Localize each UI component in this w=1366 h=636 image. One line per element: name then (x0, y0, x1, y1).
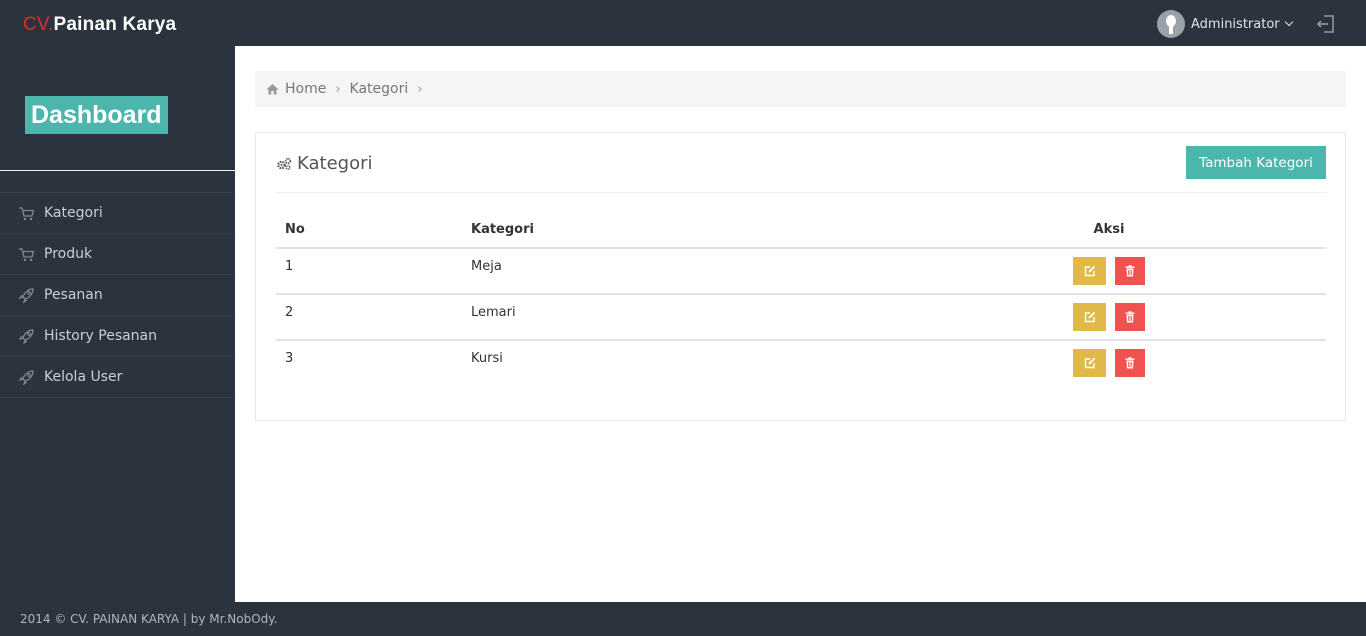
sidebar-item-kelola-user[interactable]: Kelola User (0, 357, 235, 398)
footer: 2014 © CV. PAINAN KARYA | by Mr.NobOdy. (0, 602, 1366, 636)
table-header-row: No Kategori Aksi (276, 211, 1326, 249)
column-header-no: No (276, 211, 462, 249)
logout-icon[interactable] (1316, 14, 1336, 34)
rocket-icon (18, 328, 35, 345)
sidebar-item-pesanan[interactable]: Pesanan (0, 275, 235, 316)
cell-aksi (892, 294, 1326, 341)
sidebar-menu: Kategori Produk Pesanan History Pesanan … (0, 192, 235, 398)
cell-aksi (892, 340, 1326, 386)
cart-icon (18, 205, 35, 222)
edit-button[interactable] (1073, 257, 1107, 285)
sidebar-item-label: History Pesanan (44, 328, 158, 344)
user-name: Administrator (1191, 16, 1280, 32)
sidebar-item-produk[interactable]: Produk (0, 234, 235, 275)
home-icon (266, 84, 279, 95)
delete-button[interactable] (1114, 349, 1145, 377)
trash-icon (1125, 357, 1135, 369)
breadcrumb-home[interactable]: Home (285, 81, 326, 97)
panel-header: Kategori Tambah Kategori (276, 133, 1326, 193)
breadcrumb-separator-icon: › (335, 81, 341, 97)
avatar (1157, 10, 1185, 38)
breadcrumb-current[interactable]: Kategori (350, 81, 409, 97)
breadcrumb-separator-icon: › (417, 81, 423, 97)
sidebar-item-label: Produk (44, 246, 93, 262)
trash-icon (1125, 311, 1135, 323)
cell-aksi (892, 248, 1326, 295)
delete-button[interactable] (1114, 257, 1145, 285)
cell-no: 3 (285, 351, 294, 366)
add-kategori-button[interactable]: Tambah Kategori (1186, 146, 1326, 179)
sidebar-item-label: Kategori (44, 205, 103, 221)
sidebar-item-label: Kelola User (44, 369, 123, 385)
cell-no: 2 (276, 294, 462, 341)
column-header-kategori: Kategori (462, 211, 892, 249)
trash-icon (1125, 265, 1135, 277)
panel-title-text: Kategori (297, 153, 373, 174)
cart-icon (18, 246, 35, 263)
edit-icon (1084, 265, 1096, 277)
brand-logo[interactable]: CV.Painan Karya (23, 14, 176, 36)
cell-kategori: Lemari (462, 294, 892, 341)
rocket-icon (18, 287, 35, 304)
kategori-panel: Kategori Tambah Kategori No Kategori Aks… (255, 132, 1346, 421)
gears-icon (277, 157, 292, 170)
column-header-aksi: Aksi (892, 211, 1326, 249)
edit-button[interactable] (1073, 349, 1107, 377)
table-row: 3 Kursi (276, 340, 1326, 386)
breadcrumb: Home › Kategori › (255, 71, 1346, 107)
sidebar-item-label: Pesanan (44, 287, 103, 303)
brand-name: Painan Karya (53, 14, 177, 35)
cell-no: 1 (276, 248, 462, 295)
dashboard-label[interactable]: Dashboard (25, 96, 168, 134)
footer-text: 2014 © CV. PAINAN KARYA | by Mr.NobOdy. (20, 612, 278, 626)
rocket-icon (18, 369, 35, 386)
table-row: 1 Meja (276, 248, 1326, 295)
delete-button[interactable] (1114, 303, 1145, 331)
cell-kategori: Meja (462, 248, 892, 295)
chevron-down-icon (1284, 17, 1293, 27)
edit-icon (1084, 311, 1096, 323)
sidebar-item-history-pesanan[interactable]: History Pesanan (0, 316, 235, 357)
table-row: 2 Lemari (276, 294, 1326, 341)
sidebar-item-kategori[interactable]: Kategori (0, 193, 235, 234)
dashboard-header: Dashboard (0, 46, 235, 171)
panel-title: Kategori (276, 153, 373, 174)
top-navbar: CV.Painan Karya Administrator (0, 0, 1366, 46)
cell-kategori: Kursi (471, 351, 503, 366)
sidebar: Dashboard Kategori Produk Pesanan Histor… (0, 46, 235, 602)
edit-button[interactable] (1073, 303, 1107, 331)
edit-icon (1084, 357, 1096, 369)
kategori-table: No Kategori Aksi 1 Meja 2 Lemari 3 Kursi (276, 211, 1326, 386)
brand-prefix: CV. (23, 14, 54, 35)
user-menu[interactable]: Administrator (1157, 10, 1293, 38)
